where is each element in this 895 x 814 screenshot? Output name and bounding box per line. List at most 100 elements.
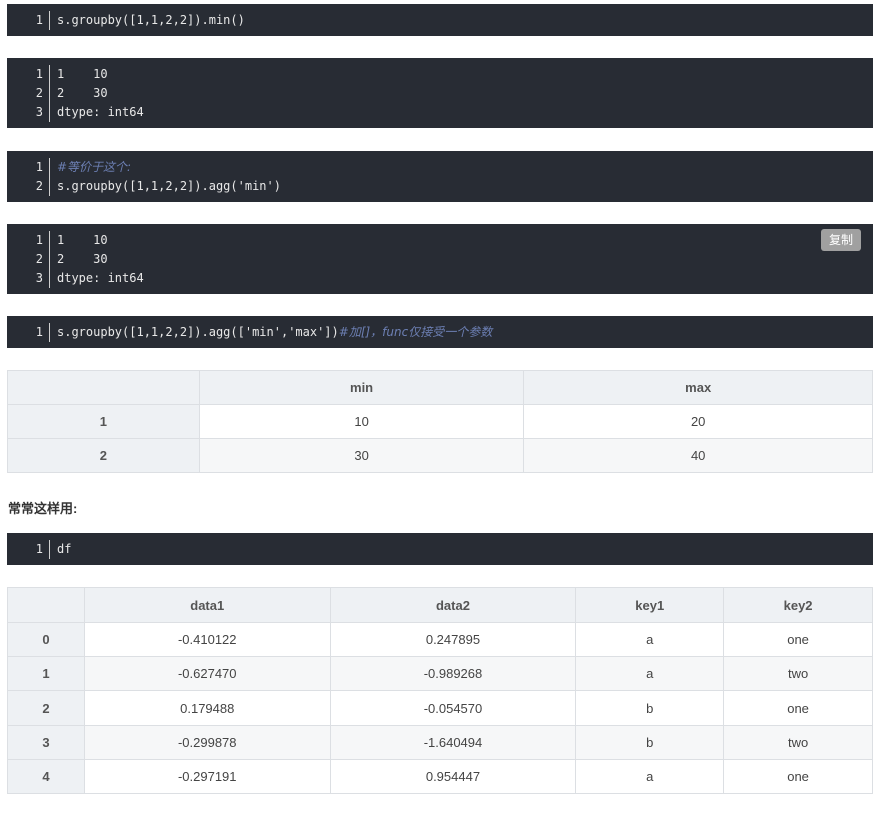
table-cell: -0.410122 <box>83 622 331 657</box>
table-cell: 40 <box>523 438 873 473</box>
code-line: 1 1 10 <box>7 231 873 250</box>
line-number: 3 <box>35 105 43 119</box>
table-header <box>7 587 85 623</box>
output-block-1[interactable]: 1 1 10 2 2 30 3 dtype: int64 <box>7 58 873 128</box>
table-cell: 10 <box>198 404 525 439</box>
code-line: 2 2 30 <box>7 250 873 269</box>
code-text: dtype: int64 <box>57 105 144 119</box>
line-number: 1 <box>35 542 43 556</box>
table-cell: -0.054570 <box>329 690 577 726</box>
code-block-groupby-min[interactable]: 1 s.groupby([1,1,2,2]).min() <box>7 4 873 36</box>
table-cell: b <box>575 725 725 760</box>
table-cell: one <box>723 759 873 794</box>
table-cell: -0.299878 <box>83 725 331 760</box>
line-number: 3 <box>35 271 43 285</box>
code-text: 1 10 <box>57 67 108 81</box>
row-index: 4 <box>7 759 85 794</box>
table-header: data1 <box>83 587 331 623</box>
gutter-divider <box>49 250 50 269</box>
code-text: df <box>57 542 72 556</box>
gutter-divider <box>49 540 50 559</box>
code-comment: #等价于这个: <box>57 160 132 174</box>
section-note: 常常这样用: <box>8 501 78 516</box>
table-cell: -0.989268 <box>329 656 577 691</box>
code-line: 1 1 10 <box>7 65 873 84</box>
table-header-row: min max <box>7 370 873 405</box>
line-number: 1 <box>35 67 43 81</box>
gutter-divider <box>49 84 50 103</box>
code-text: s.groupby([1,1,2,2]).agg(['min','max'])#… <box>57 323 492 342</box>
table-cell: 0.179488 <box>83 690 331 726</box>
row-index: 0 <box>7 622 85 657</box>
table-cell: -0.297191 <box>83 759 331 794</box>
table-row: 1 10 20 <box>7 404 873 439</box>
code-line: 1 #等价于这个: <box>7 158 873 177</box>
table-row: 1 -0.627470 -0.989268 a two <box>7 656 873 691</box>
table-header <box>7 370 200 405</box>
table-cell: -0.627470 <box>83 656 331 691</box>
table-cell: b <box>575 690 725 726</box>
table-cell: two <box>723 656 873 691</box>
code-text: s.groupby([1,1,2,2]).agg('min') <box>57 179 281 193</box>
output-block-2[interactable]: 复制 1 1 10 2 2 30 3 dtype: int64 <box>7 224 873 294</box>
table-cell: 30 <box>198 438 525 473</box>
gutter-divider <box>49 11 50 30</box>
code-text-content: s.groupby([1,1,2,2]).agg(['min','max']) <box>57 325 339 339</box>
table-cell: 0.954447 <box>329 759 577 794</box>
code-comment: #加[]，func仅接受一个参数 <box>338 325 493 339</box>
row-index: 2 <box>7 690 85 726</box>
gutter-divider <box>49 177 50 196</box>
gutter-divider <box>49 323 50 342</box>
table-cell: a <box>575 759 725 794</box>
result-table-min-max: min max 1 10 20 2 30 40 <box>7 370 873 473</box>
line-number: 2 <box>35 86 43 100</box>
page: 1 s.groupby([1,1,2,2]).min() 1 1 10 2 2 … <box>0 0 895 814</box>
table-cell: one <box>723 622 873 657</box>
table-row: 4 -0.297191 0.954447 a one <box>7 759 873 794</box>
line-number: 2 <box>35 252 43 266</box>
code-block-groupby-agg-min[interactable]: 1 #等价于这个: 2 s.groupby([1,1,2,2]).agg('mi… <box>7 151 873 202</box>
dataframe-table: data1 data2 key1 key2 0 -0.410122 0.2478… <box>7 587 873 794</box>
code-block-df[interactable]: 1 df <box>7 533 873 565</box>
line-number: 2 <box>35 179 43 193</box>
code-line: 2 s.groupby([1,1,2,2]).agg('min') <box>7 177 873 196</box>
code-text-content: s.groupby([1,1,2,2]).min() <box>57 13 245 27</box>
table-row: 2 0.179488 -0.054570 b one <box>7 690 873 726</box>
row-index: 3 <box>7 725 85 760</box>
code-line: 2 2 30 <box>7 84 873 103</box>
table-row: 2 30 40 <box>7 438 873 473</box>
gutter-divider <box>49 231 50 250</box>
code-text: s.groupby([1,1,2,2]).min() <box>57 11 245 30</box>
table-header: min <box>198 370 525 405</box>
line-number: 1 <box>35 233 43 247</box>
table-cell: -1.640494 <box>329 725 577 760</box>
code-block-groupby-agg-list[interactable]: 1 s.groupby([1,1,2,2]).agg(['min','max']… <box>7 316 873 348</box>
row-index: 2 <box>7 438 200 473</box>
table-cell: two <box>723 725 873 760</box>
gutter-divider <box>49 103 50 122</box>
code-text: 2 30 <box>57 252 108 266</box>
table-cell: 0.247895 <box>329 622 577 657</box>
gutter-divider <box>49 269 50 288</box>
gutter-divider <box>49 158 50 177</box>
row-index: 1 <box>7 404 200 439</box>
code-line: 3 dtype: int64 <box>7 269 873 288</box>
table-header: key2 <box>723 587 873 623</box>
gutter-divider <box>49 65 50 84</box>
code-text: 1 10 <box>57 233 108 247</box>
line-number: 1 <box>35 325 43 339</box>
table-cell: 20 <box>523 404 873 439</box>
table-header: key1 <box>575 587 725 623</box>
table-row: 0 -0.410122 0.247895 a one <box>7 622 873 657</box>
code-text: dtype: int64 <box>57 271 144 285</box>
code-line: 1 df <box>7 540 873 559</box>
table-header-row: data1 data2 key1 key2 <box>7 587 873 623</box>
table-row: 3 -0.299878 -1.640494 b two <box>7 725 873 760</box>
line-number: 1 <box>35 13 43 27</box>
code-text: 2 30 <box>57 86 108 100</box>
table-header: data2 <box>329 587 577 623</box>
row-index: 1 <box>7 656 85 691</box>
line-number: 1 <box>35 160 43 174</box>
code-line: 3 dtype: int64 <box>7 103 873 122</box>
table-cell: a <box>575 622 725 657</box>
